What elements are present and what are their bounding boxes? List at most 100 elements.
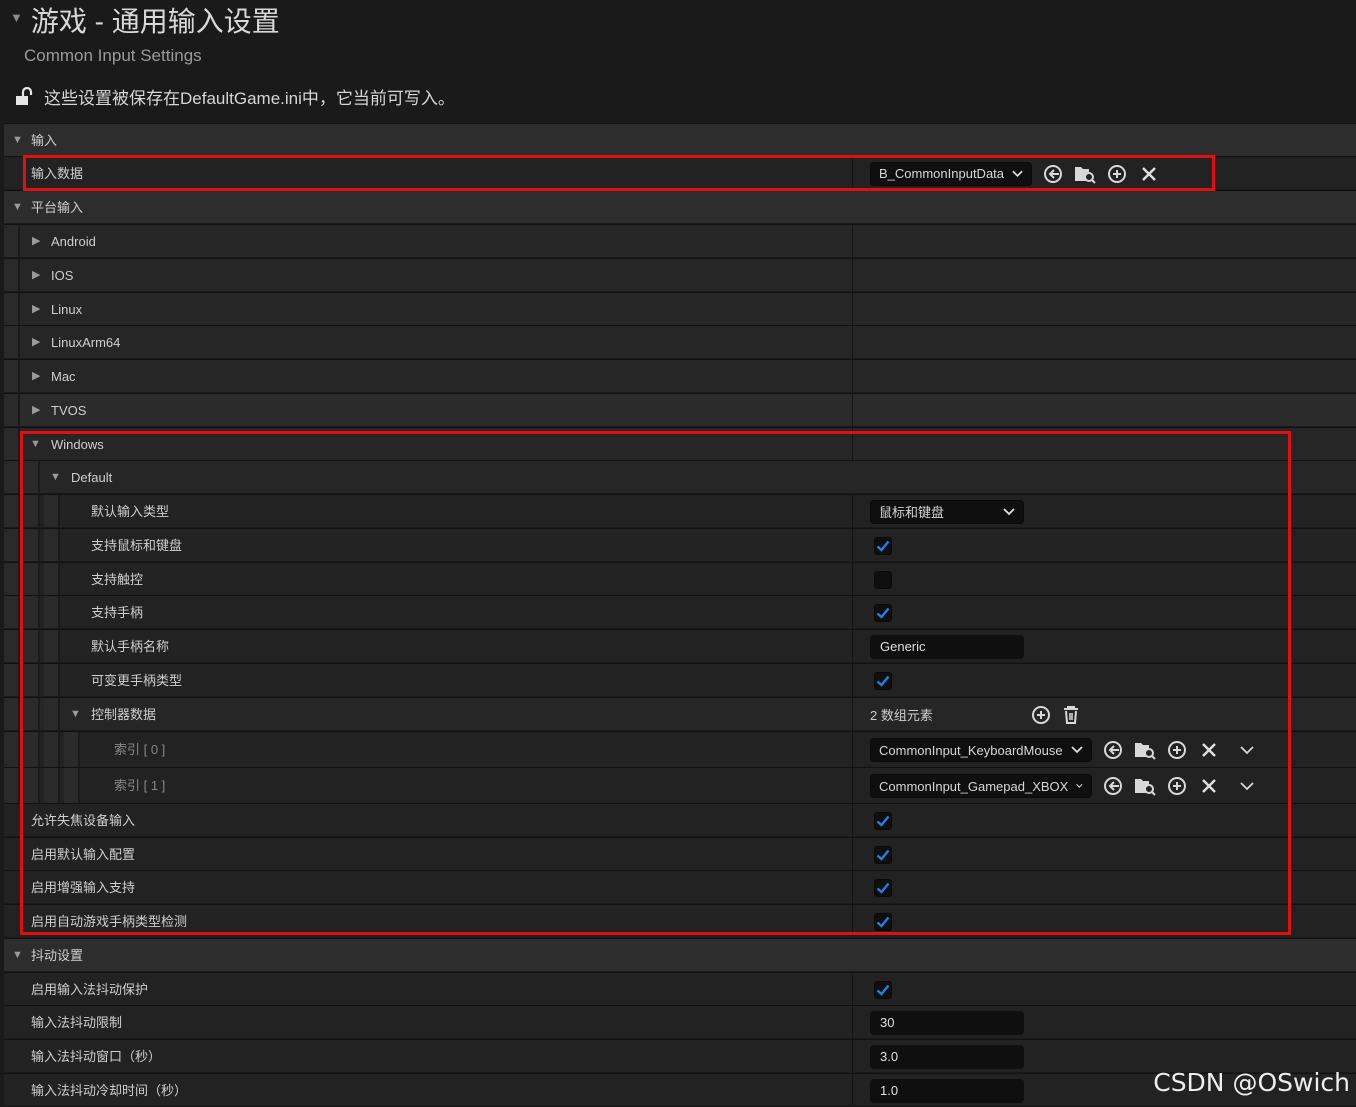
add-asset-button[interactable] <box>1166 775 1188 797</box>
folder-search-icon <box>1135 779 1156 796</box>
expand-arrow-icon[interactable]: ▼ <box>30 428 41 461</box>
element-options-button[interactable] <box>1236 739 1258 761</box>
indent-guide <box>44 495 60 527</box>
windows-default-row[interactable]: ▼ Default <box>4 460 1356 493</box>
controller-item-row: 索引 [ 0 ] CommonInput_KeyboardMouse <box>4 731 1356 767</box>
platform-row-mac[interactable]: ▶ Mac <box>4 359 1356 392</box>
close-icon <box>1202 743 1216 757</box>
browse-asset-button[interactable] <box>1074 163 1096 185</box>
expand-arrow-icon[interactable]: ▼ <box>12 124 23 157</box>
platform-row-ios[interactable]: ▶ IOS <box>4 258 1356 291</box>
trash-icon <box>1064 705 1078 724</box>
row-input-data: 输入数据 B_CommonInputData <box>4 156 1356 189</box>
support-touch-label: 支持触控 <box>91 572 144 587</box>
column-divider <box>852 973 853 1005</box>
support-mouse-keyboard-label: 支持鼠标和键盘 <box>91 538 183 553</box>
clear-array-button[interactable] <box>1060 704 1082 726</box>
browse-asset-button[interactable] <box>1134 775 1156 797</box>
use-selected-asset-button[interactable] <box>1102 775 1124 797</box>
jitter-window-label: 输入法抖动窗口（秒） <box>31 1049 162 1064</box>
row-support-gamepad: 支持手柄 <box>4 595 1356 628</box>
default-gamepad-name-input[interactable]: Generic <box>870 634 1024 659</box>
collapsed-arrow-icon[interactable]: ▶ <box>32 259 40 292</box>
enable-default-config-checkbox[interactable] <box>874 845 892 864</box>
indent-guide <box>44 529 60 561</box>
section-platform-input[interactable]: ▼ 平台输入 <box>4 190 1356 223</box>
controller-item-asset-picker[interactable]: CommonInput_Gamepad_XBOX <box>870 774 1092 798</box>
indent-guide <box>4 563 20 595</box>
use-selected-asset-button[interactable] <box>1102 739 1124 761</box>
jitter-protection-checkbox[interactable] <box>874 980 892 999</box>
support-touch-checkbox[interactable] <box>874 570 892 589</box>
row-controller-data[interactable]: ▼ 控制器数据 2 数组元素 <box>4 697 1356 730</box>
platform-row-android[interactable]: ▶ Android <box>4 224 1356 257</box>
support-gamepad-checkbox[interactable] <box>874 603 892 622</box>
indent-guide <box>4 732 20 767</box>
page-title[interactable]: ▼ 游戏 - 通用输入设置 <box>10 2 280 38</box>
windows-default-label: Default <box>71 470 113 485</box>
column-divider <box>852 259 853 291</box>
indent-guide <box>24 596 40 628</box>
arrow-left-circle-icon <box>1104 741 1122 759</box>
jitter-cooldown-label: 输入法抖动冷却时间（秒） <box>31 1083 188 1098</box>
column-divider <box>852 732 853 767</box>
controller-item-asset-picker[interactable]: CommonInput_KeyboardMouse <box>870 738 1092 762</box>
clear-asset-button[interactable] <box>1138 163 1160 185</box>
add-asset-button[interactable] <box>1106 163 1128 185</box>
checkmark-icon <box>876 815 890 827</box>
support-mouse-keyboard-checkbox[interactable] <box>874 536 892 555</box>
can-change-gamepad-type-checkbox[interactable] <box>874 671 892 690</box>
close-icon <box>1202 779 1216 793</box>
platform-label: IOS <box>51 268 74 283</box>
allow-unfocused-label: 允许失焦设备输入 <box>31 813 136 828</box>
expand-arrow-icon[interactable]: ▼ <box>12 191 23 224</box>
expand-arrow-icon[interactable]: ▼ <box>12 939 23 972</box>
platform-row-tvos[interactable]: ▶ TVOS <box>4 393 1356 426</box>
row-enable-auto-detect: 启用自动游戏手柄类型检测 <box>4 904 1356 937</box>
collapsed-arrow-icon[interactable]: ▶ <box>32 360 40 393</box>
checkmark-icon <box>876 984 890 996</box>
enable-auto-detect-label: 启用自动游戏手柄类型检测 <box>31 914 188 929</box>
allow-unfocused-checkbox[interactable] <box>874 811 892 830</box>
indent-guide <box>4 529 20 561</box>
add-array-element-button[interactable] <box>1030 704 1052 726</box>
enable-auto-detect-checkbox[interactable] <box>874 912 892 931</box>
collapsed-arrow-icon[interactable]: ▶ <box>32 225 40 258</box>
section-input[interactable]: ▼ 输入 <box>4 123 1356 156</box>
indent-guide <box>24 529 40 561</box>
clear-asset-button[interactable] <box>1198 775 1220 797</box>
indent-guide <box>44 630 60 662</box>
collapse-arrow-icon[interactable]: ▼ <box>10 10 23 25</box>
jitter-limit-input[interactable]: 30 <box>870 1010 1024 1035</box>
jitter-cooldown-input[interactable]: 1.0 <box>870 1078 1024 1103</box>
expand-arrow-icon[interactable]: ▼ <box>70 698 81 731</box>
default-input-type-dropdown[interactable]: 鼠标和键盘 <box>870 499 1024 524</box>
collapsed-arrow-icon[interactable]: ▶ <box>32 293 40 326</box>
input-data-asset-picker[interactable]: B_CommonInputData <box>870 161 1032 186</box>
row-default-input-type: 默认输入类型 鼠标和键盘 <box>4 494 1356 527</box>
platform-row-windows[interactable]: ▼ Windows <box>4 427 1356 460</box>
indent-guide <box>4 225 20 257</box>
enable-enhanced-checkbox[interactable] <box>874 878 892 897</box>
use-selected-asset-button[interactable] <box>1042 163 1064 185</box>
indent-guide <box>4 293 20 325</box>
column-divider <box>852 495 853 527</box>
indent-guide <box>4 664 20 696</box>
add-asset-button[interactable] <box>1166 739 1188 761</box>
expand-arrow-icon[interactable]: ▼ <box>50 461 61 494</box>
enable-default-config-label: 启用默认输入配置 <box>31 847 136 862</box>
clear-asset-button[interactable] <box>1198 739 1220 761</box>
section-jitter[interactable]: ▼ 抖动设置 <box>4 938 1356 971</box>
platform-row-linux[interactable]: ▶ Linux <box>4 292 1356 325</box>
checkmark-icon <box>876 882 890 894</box>
platform-row-linuxarm64[interactable]: ▶ LinuxArm64 <box>4 325 1356 358</box>
indent-guide <box>4 326 20 358</box>
column-divider <box>852 293 853 325</box>
indent-guide <box>4 394 20 426</box>
collapsed-arrow-icon[interactable]: ▶ <box>32 326 40 359</box>
collapsed-arrow-icon[interactable]: ▶ <box>32 394 40 427</box>
browse-asset-button[interactable] <box>1134 739 1156 761</box>
column-divider <box>852 768 853 803</box>
jitter-window-input[interactable]: 3.0 <box>870 1044 1024 1069</box>
element-options-button[interactable] <box>1236 775 1258 797</box>
